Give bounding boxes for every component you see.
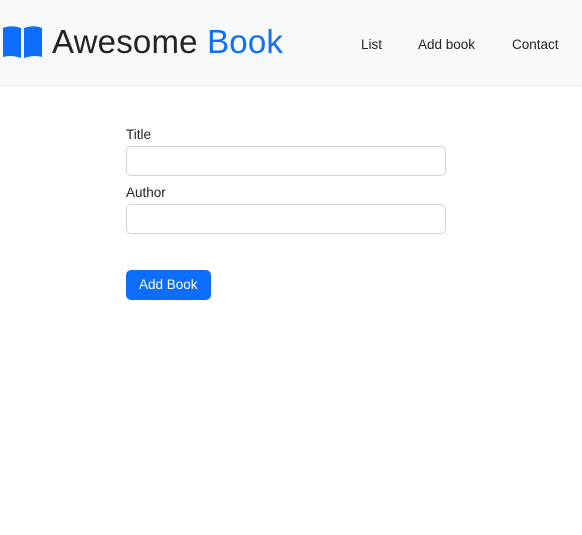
- nav-link-contact[interactable]: Contact: [512, 36, 559, 53]
- open-book-icon: [3, 26, 42, 58]
- author-field-group: Author: [126, 185, 446, 234]
- title-field-group: Title: [126, 127, 446, 176]
- nav-link-list[interactable]: List: [361, 36, 382, 53]
- title-label: Title: [126, 127, 152, 142]
- nav-link-add-book[interactable]: Add book: [418, 36, 475, 53]
- author-label: Author: [126, 185, 166, 200]
- title-input[interactable]: [126, 146, 446, 176]
- add-book-form: Title Author Add Book: [126, 127, 446, 300]
- author-input[interactable]: [126, 204, 446, 234]
- brand-word-awesome: Awesome: [52, 23, 198, 60]
- brand[interactable]: Awesome Book: [2, 22, 283, 62]
- add-book-button[interactable]: Add Book: [126, 270, 211, 300]
- brand-title: Awesome Book: [52, 22, 283, 62]
- brand-word-book: Book: [207, 23, 284, 60]
- navbar: Awesome Book List Add book Contact: [0, 0, 582, 87]
